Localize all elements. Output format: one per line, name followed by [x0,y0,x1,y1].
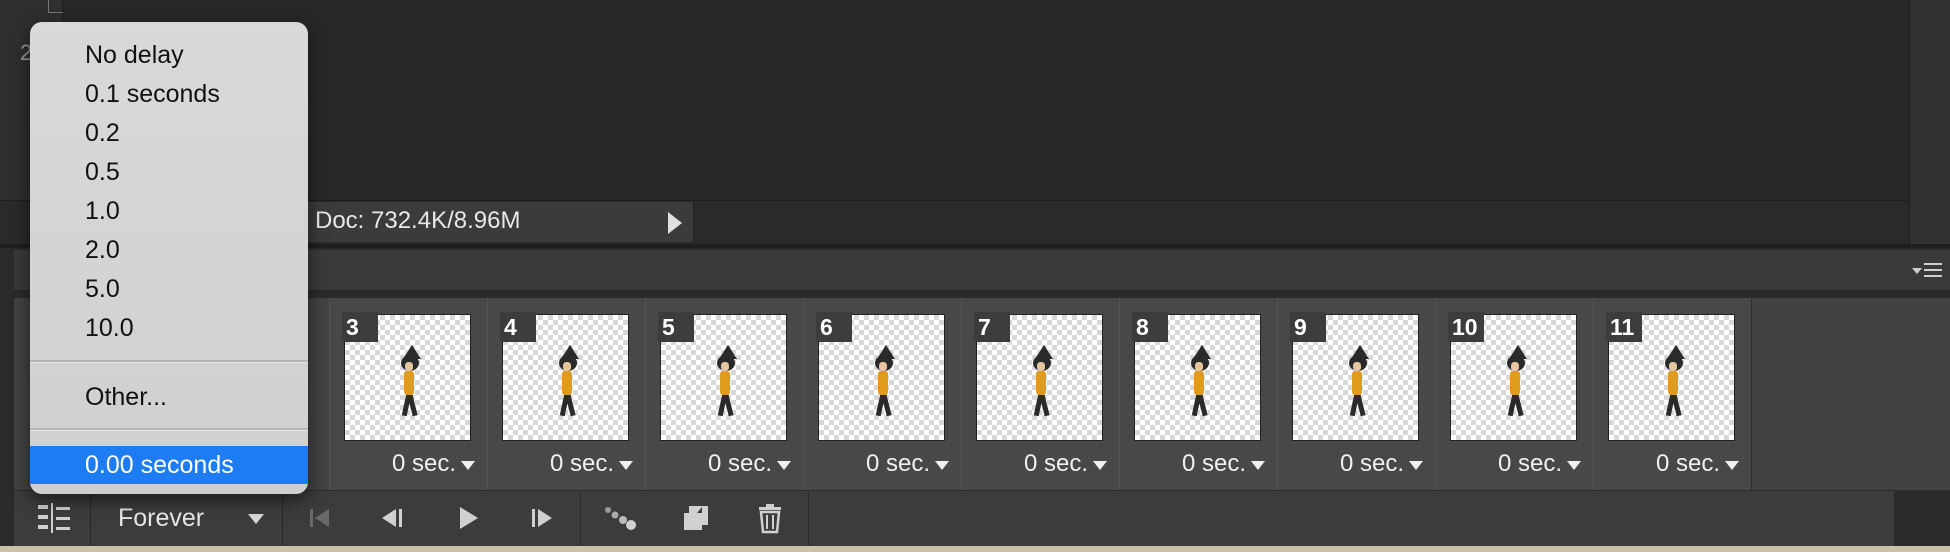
frame-number: 3 [342,312,378,342]
menu-item-delay[interactable]: 0.2 [30,114,308,152]
character-figure [1659,345,1687,425]
menu-item-current-delay[interactable]: 0.00 seconds [30,446,308,484]
chevron-down-icon [248,514,264,524]
chevron-down-icon [777,461,791,470]
previous-frame-icon[interactable] [370,498,414,538]
character-figure [869,345,897,425]
panel-menu-icon[interactable] [1912,260,1942,280]
frame-delay-button[interactable]: 0 sec. [1446,450,1586,478]
menu-item-delay[interactable]: 0.5 [30,153,308,191]
menu-item-delay[interactable]: 0.1 seconds [30,75,308,113]
frame-number: 7 [974,312,1010,342]
animation-frame[interactable]: 9 0 sec. [1277,298,1436,490]
menu-item-delay[interactable]: 2.0 [30,231,308,269]
character-figure [1501,345,1529,425]
ruler-tick [48,0,63,13]
frame-number: 11 [1606,312,1642,342]
vertical-scrollbar[interactable] [1909,0,1950,245]
menu-item-delay[interactable]: 1.0 [30,192,308,230]
trash-icon[interactable] [748,498,792,538]
first-frame-icon[interactable] [298,498,342,538]
play-icon[interactable] [446,498,490,538]
timeline-toolbar [14,490,1894,547]
menu-item-delay[interactable]: 5.0 [30,270,308,308]
animation-frame[interactable]: 8 0 sec. [1119,298,1278,490]
frame-number: 4 [500,312,536,342]
chevron-down-icon [1251,461,1265,470]
frame-number: 6 [816,312,852,342]
convert-timeline-icon[interactable] [30,498,78,538]
frame-number: 8 [1132,312,1168,342]
animation-frame[interactable]: 10 0 sec. [1435,298,1594,490]
chevron-down-icon [1725,461,1739,470]
document-size-info: Doc: 732.4K/8.96M [315,207,521,234]
frame-delay-button[interactable]: 0 sec. [972,450,1112,478]
chevron-down-icon [619,461,633,470]
menu-item-other[interactable]: Other... [30,378,308,416]
frame-delay-button[interactable]: 0 sec. [340,450,480,478]
character-figure [553,345,581,425]
character-figure [1343,345,1371,425]
chevron-down-icon [935,461,949,470]
animation-frame[interactable]: 11 0 sec. [1593,298,1752,490]
toolbar-separator [282,492,283,546]
duplicate-frame-icon[interactable] [674,498,718,538]
animation-frame[interactable]: 5 0 sec. [645,298,804,490]
menu-separator [30,360,308,363]
menu-item-delay[interactable]: No delay [30,36,308,74]
loop-options-dropdown[interactable]: Forever [98,496,272,542]
frame-delay-button[interactable]: 0 sec. [1288,450,1428,478]
character-figure [711,345,739,425]
frame-number: 5 [658,312,694,342]
menu-item-delay[interactable]: 10.0 [30,309,308,347]
menu-separator [30,428,308,431]
frame-delay-button[interactable]: 0 sec. [498,450,638,478]
animation-frame[interactable]: 3 0 sec. [329,298,488,490]
toolbar-separator [90,492,91,546]
status-menu-arrow-icon[interactable] [668,212,682,234]
tween-icon[interactable] [598,498,642,538]
frame-delay-button[interactable]: 0 sec. [814,450,954,478]
chevron-down-icon [461,461,475,470]
chevron-down-icon [1409,461,1423,470]
loop-options-label: Forever [118,504,205,532]
frame-delay-menu: No delay 0.1 seconds 0.2 0.5 1.0 2.0 5.0 10.0 O… [30,22,308,494]
character-figure [1185,345,1213,425]
bottom-strip [0,546,1950,552]
chevron-down-icon [1093,461,1107,470]
animation-frame[interactable]: 6 0 sec. [803,298,962,490]
frame-delay-button[interactable]: 0 sec. [656,450,796,478]
frame-delay-button[interactable]: 0 sec. [1130,450,1270,478]
frame-number: 9 [1290,312,1326,342]
toolbar-separator [580,492,581,546]
character-figure [395,345,423,425]
frame-number: 10 [1448,312,1484,342]
frame-delay-button[interactable]: 0 sec. [1604,450,1744,478]
next-frame-icon[interactable] [520,498,564,538]
character-figure [1027,345,1055,425]
animation-frame[interactable]: 7 0 sec. [961,298,1120,490]
toolbar-separator [808,492,809,546]
chevron-down-icon [1567,461,1581,470]
animation-frame[interactable]: 4 0 sec. [487,298,646,490]
